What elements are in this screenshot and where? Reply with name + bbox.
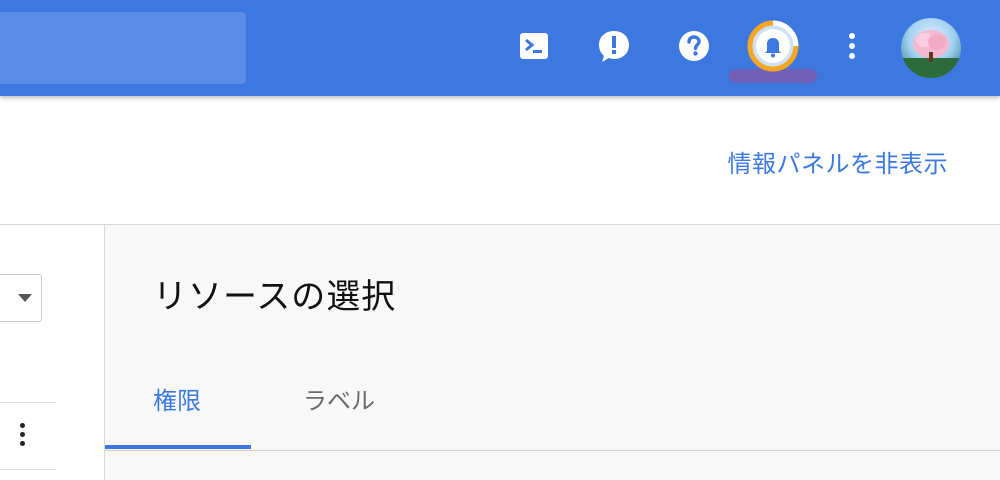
feedback-button[interactable]: [594, 26, 634, 66]
list-divider: [0, 469, 56, 470]
notifications-icon: [747, 20, 799, 72]
search-box[interactable]: [0, 12, 246, 84]
tab-labels[interactable]: ラベル: [303, 381, 375, 416]
info-panel: リソースの選択 権限 ラベル: [105, 225, 1000, 480]
more-vert-icon-dot: [19, 440, 25, 446]
tab-permissions[interactable]: 権限: [153, 381, 201, 416]
hide-info-panel-link[interactable]: 情報パネルを非表示: [728, 144, 949, 179]
filter-dropdown[interactable]: [0, 274, 42, 322]
terminal-icon: [520, 33, 548, 59]
cloud-shell-button[interactable]: [514, 26, 554, 66]
more-vert-icon-dot: [19, 422, 25, 428]
active-tab-indicator: [105, 445, 251, 449]
avatar-image: [901, 18, 961, 78]
info-panel-title: リソースの選択: [153, 277, 397, 317]
dropdown-arrow-icon: [18, 294, 32, 302]
help-button[interactable]: [674, 26, 714, 66]
more-vert-icon: [849, 33, 855, 59]
feedback-icon: [599, 31, 629, 62]
account-avatar[interactable]: [901, 18, 961, 78]
notifications-button[interactable]: [747, 20, 799, 72]
help-icon: [679, 31, 709, 61]
list-divider: [0, 402, 56, 403]
tab-bar-divider: [105, 450, 1000, 451]
more-vert-icon-dot: [19, 431, 25, 437]
resource-list-pane: [0, 225, 104, 480]
row-more-options-button[interactable]: [10, 418, 34, 450]
more-options-button[interactable]: [832, 26, 872, 66]
top-app-bar: [0, 0, 1000, 96]
